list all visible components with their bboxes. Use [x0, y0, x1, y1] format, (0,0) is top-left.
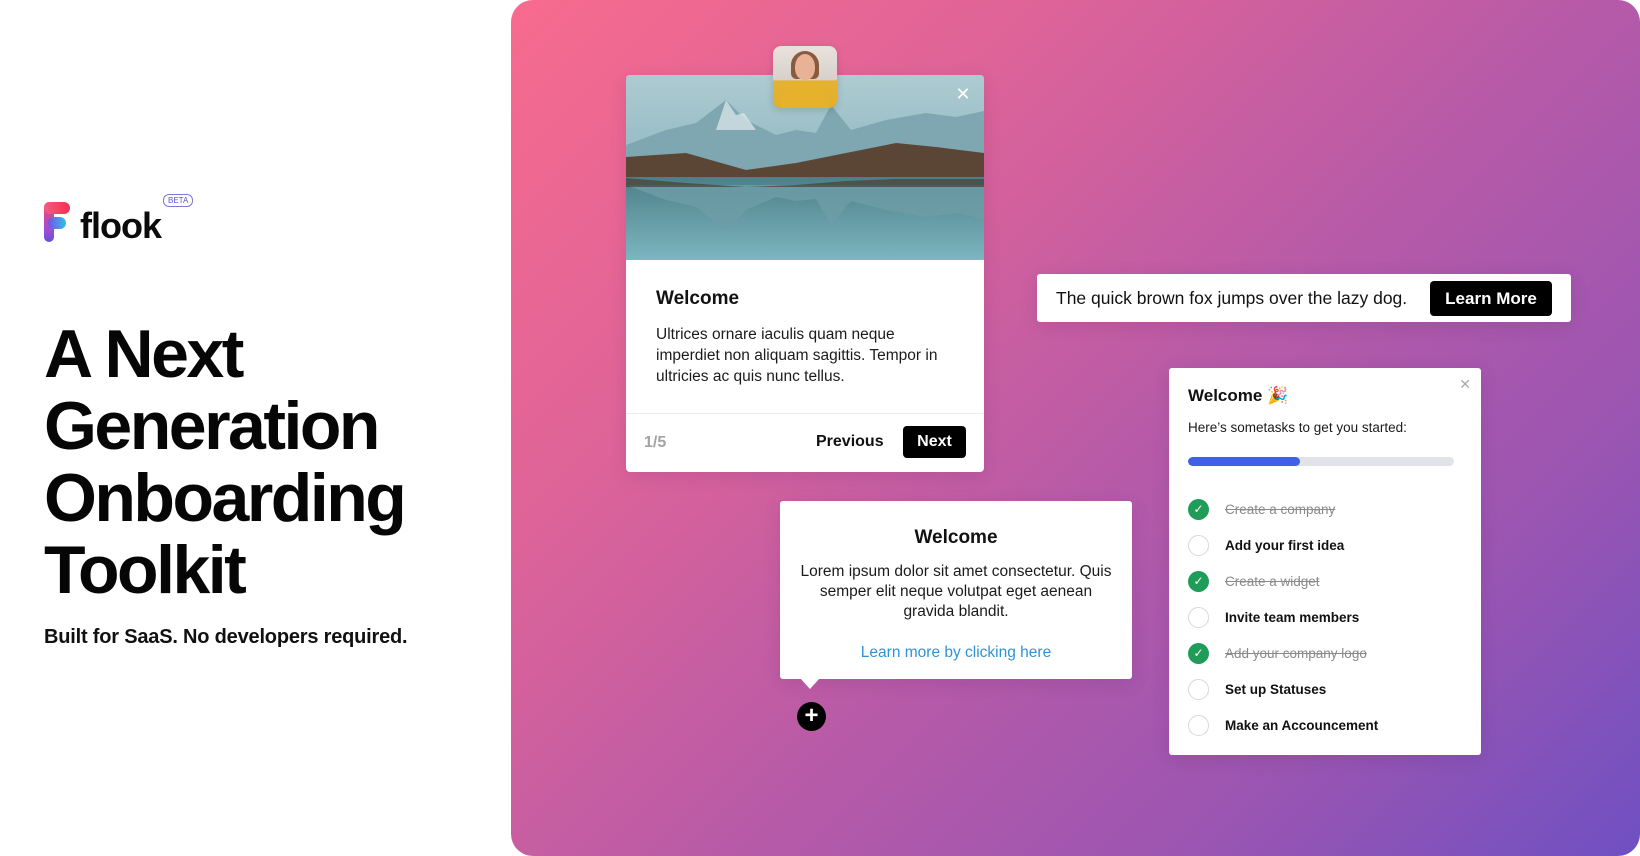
subheadline: Built for SaaS. No developers required.: [44, 626, 408, 648]
step-indicator: 1/5: [644, 434, 667, 451]
checklist-item-label: Add your company logo: [1225, 645, 1367, 661]
tour-card-title: Welcome: [656, 288, 740, 309]
next-button[interactable]: Next: [903, 426, 966, 458]
brand-logo[interactable]: flook BETA: [44, 194, 194, 246]
headline-line: Generation: [44, 388, 380, 464]
checklist-item[interactable]: Set up Statuses: [1188, 671, 1468, 707]
headline-line: Onboarding: [44, 460, 407, 536]
checklist-item-label: Add your first idea: [1225, 537, 1345, 553]
checklist-title-text: Welcome: [1188, 386, 1263, 405]
tour-card-body: Ultrices ornare iaculis quam neque imper…: [656, 326, 938, 385]
divider: [626, 413, 984, 414]
brand-name: flook: [80, 205, 162, 246]
close-icon[interactable]: ✕: [954, 85, 972, 103]
tooltip-title: Welcome: [914, 527, 998, 548]
announcement-banner: The quick brown fox jumps over the lazy …: [1037, 274, 1571, 322]
tooltip-body: Lorem ipsum dolor sit amet consectetur. …: [800, 563, 1112, 620]
checklist-item[interactable]: ✓ Create a company: [1188, 491, 1468, 527]
headline-line: A Next: [44, 316, 244, 392]
checklist-item-label: Invite team members: [1225, 609, 1360, 625]
empty-circle-icon[interactable]: [1188, 714, 1209, 736]
checklist-item[interactable]: Invite team members: [1188, 599, 1468, 635]
close-icon[interactable]: ✕: [1459, 376, 1471, 393]
checklist-item[interactable]: ✓ Add your company logo: [1188, 635, 1468, 671]
progress-bar-fill: [1188, 457, 1300, 466]
party-popper-icon: 🎉: [1267, 386, 1289, 405]
tooltip-card: Welcome Lorem ipsum dolor sit amet conse…: [780, 501, 1132, 689]
learn-more-link[interactable]: Learn more by clicking here: [780, 644, 1132, 662]
flook-logo-icon: [44, 202, 72, 244]
tour-card: ✕ Welcome Ultrices ornare iaculis quam n…: [626, 46, 984, 472]
banner-text: The quick brown fox jumps over the lazy …: [1056, 288, 1408, 308]
checklist-item[interactable]: ✓ Create a widget: [1188, 563, 1468, 599]
checklist-item-label: Make an Accouncement: [1225, 717, 1379, 733]
empty-circle-icon[interactable]: [1188, 678, 1209, 700]
check-circle-icon[interactable]: ✓: [1188, 498, 1209, 520]
empty-circle-icon[interactable]: [1188, 606, 1209, 628]
empty-circle-icon[interactable]: [1188, 534, 1209, 556]
progress-bar: [1188, 457, 1454, 466]
learn-more-button[interactable]: Learn More: [1430, 281, 1552, 316]
checklist-subtitle: Here’s sometasks to get you started:: [1188, 420, 1407, 435]
checklist-items: ✓ Create a company Add your first idea ✓ Cre…: [1188, 491, 1468, 743]
page-headline: A Next Generation Onboarding Toolkit: [44, 316, 407, 608]
tooltip-arrow: [800, 678, 820, 689]
onboarding-checklist: ✕ Welcome 🎉 Here’s sometasks to get you …: [1169, 368, 1481, 755]
plus-icon[interactable]: +: [797, 702, 826, 731]
checklist-title: Welcome 🎉: [1188, 386, 1288, 406]
previous-button[interactable]: Previous: [816, 426, 884, 458]
check-circle-icon[interactable]: ✓: [1188, 642, 1209, 664]
headline-line: Toolkit: [44, 532, 247, 608]
avatar: [773, 46, 837, 108]
beta-badge: BETA: [163, 194, 194, 207]
checklist-item-label: Set up Statuses: [1225, 681, 1327, 697]
checklist-item[interactable]: Make an Accouncement: [1188, 707, 1468, 743]
checklist-item[interactable]: Add your first idea: [1188, 527, 1468, 563]
checklist-item-label: Create a company: [1225, 501, 1336, 517]
check-circle-icon[interactable]: ✓: [1188, 570, 1209, 592]
checklist-item-label: Create a widget: [1225, 573, 1320, 589]
